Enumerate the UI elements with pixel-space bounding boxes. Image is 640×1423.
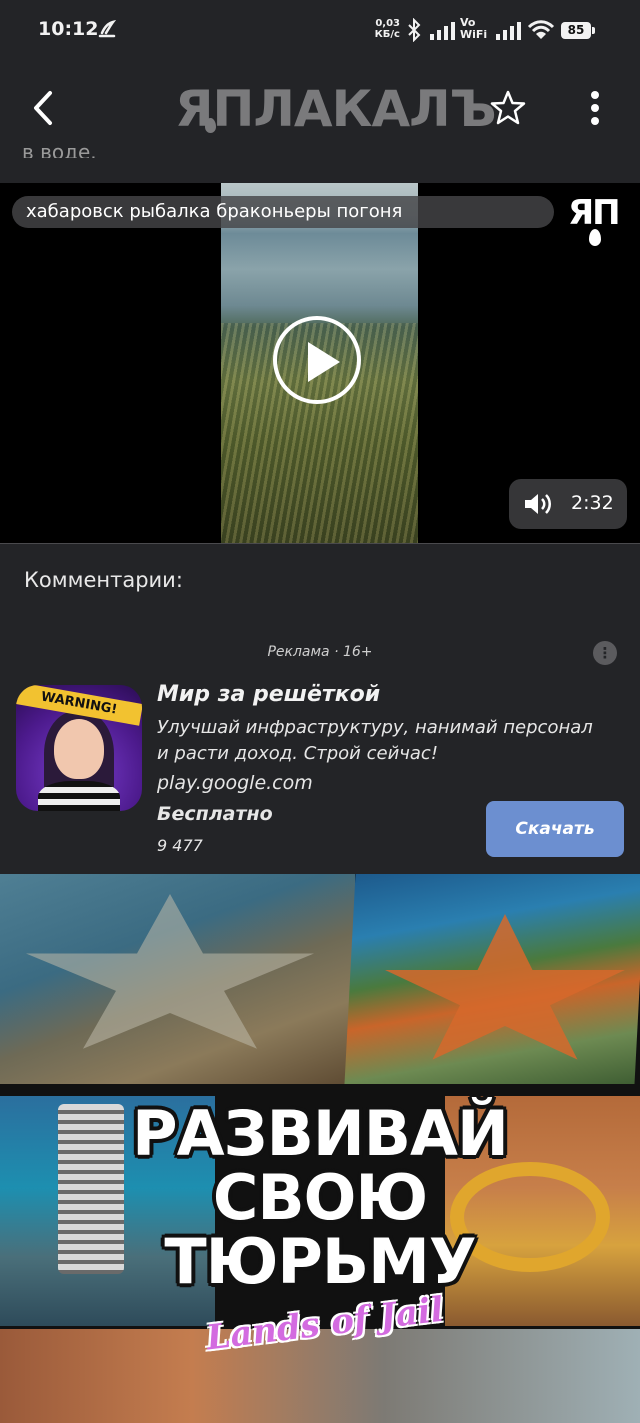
battery-tip	[592, 27, 595, 34]
app-icon-shirt	[38, 781, 120, 811]
video-title: хабаровск рыбалка браконьеры погоня	[26, 201, 403, 222]
wifi-icon	[527, 20, 555, 39]
ad-block[interactable]: Реклама · 16+ ⋮ WARNING! Мир за решёткой…	[0, 614, 640, 874]
battery-level: 85	[561, 22, 591, 39]
play-icon	[308, 342, 340, 382]
banner-headline: РАЗВИВАЙ СВОЮ ТЮРЬМУ	[132, 1097, 509, 1298]
more-vertical-icon[interactable]	[585, 88, 605, 130]
app-icon-face	[54, 719, 104, 779]
video-player[interactable]: хабаровск рыбалка браконьеры погоня ЯП 2…	[0, 183, 640, 543]
comments-section-header: Комментарии:	[0, 543, 640, 615]
video-title-bar[interactable]: хабаровск рыбалка браконьеры погоня	[12, 196, 554, 228]
star-icon[interactable]	[488, 88, 528, 128]
comments-title: Комментарии:	[24, 568, 183, 592]
ad-title[interactable]: Мир за решёткой	[157, 682, 380, 707]
channel-logo-drop	[589, 229, 601, 246]
play-button[interactable]	[273, 316, 361, 404]
ad-banner-image[interactable]: РАЗВИВАЙ СВОЮ ТЮРЬМУ Lands of Jail	[0, 874, 640, 1423]
download-button[interactable]: Скачать	[486, 801, 624, 857]
net-speed: 0,03 КБ/с	[374, 18, 400, 40]
ad-price: Бесплатно	[157, 803, 273, 825]
app-icon[interactable]: WARNING!	[16, 685, 142, 811]
back-arrow-icon[interactable]	[30, 90, 58, 126]
ad-domain[interactable]: play.google.com	[157, 772, 313, 794]
volte-indicator: Vo WiFi	[460, 16, 488, 41]
ad-description: Улучшай инфраструктуру, нанимай персонал…	[157, 717, 593, 764]
video-duration: 2:32	[571, 492, 614, 514]
status-bar: 10:12 0,03 КБ/с Vo WiFi 85	[0, 0, 640, 62]
notification-icon	[98, 20, 117, 38]
status-time: 10:12	[38, 18, 99, 40]
site-logo[interactable]: ЯПЛАКАЛЪ	[175, 80, 497, 138]
bluetooth-icon	[408, 18, 421, 42]
ad-label: Реклама · 16+	[267, 644, 373, 660]
info-icon[interactable]: ⋮	[593, 641, 617, 665]
signal-2-icon	[496, 22, 521, 40]
volume-duration-control[interactable]: 2:32	[509, 479, 627, 529]
channel-logo: ЯП	[568, 193, 621, 233]
post-text: в воде.	[22, 140, 97, 158]
volume-icon[interactable]	[523, 491, 555, 517]
logo-drop-shape	[205, 118, 216, 133]
ad-rating-count: 9 477	[157, 836, 203, 855]
signal-1-icon	[430, 22, 455, 40]
